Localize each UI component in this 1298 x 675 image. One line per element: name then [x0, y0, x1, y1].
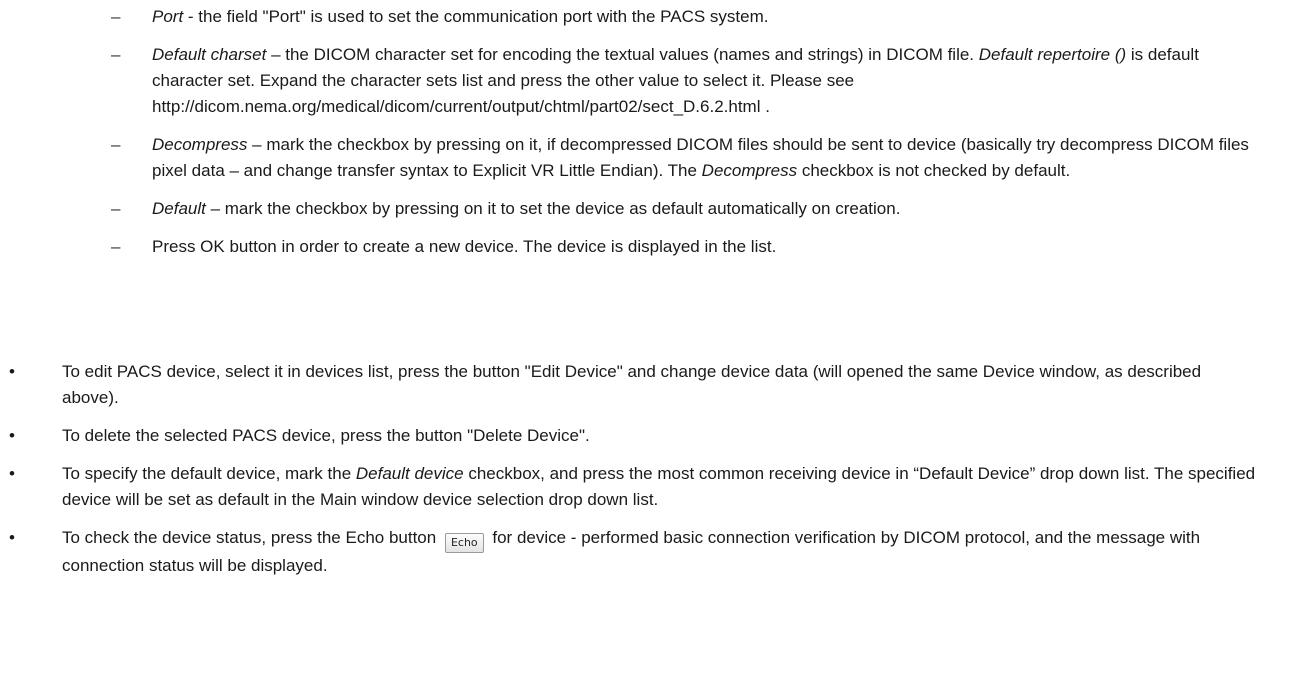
list-item-decompress: – Decompress – mark the checkbox by pres…	[0, 132, 1298, 184]
dash-bullet: –	[111, 135, 121, 154]
list-item-port: – Port - the field "Port" is used to set…	[0, 4, 1298, 30]
item-text: – mark the checkbox by pressing on it to…	[205, 199, 901, 218]
item-text: To specify the default device, mark the	[62, 464, 356, 483]
item-text: - the field "Port" is used to set the co…	[183, 7, 769, 26]
list-item-default: – Default – mark the checkbox by pressin…	[0, 196, 1298, 222]
list-item-edit-device: • To edit PACS device, select it in devi…	[0, 359, 1298, 411]
term-port: Port	[152, 7, 184, 26]
term-default: Default	[152, 199, 206, 218]
list-item-delete-device: • To delete the selected PACS device, pr…	[0, 423, 1298, 449]
term-default-device: Default device	[355, 464, 464, 483]
term-default-charset: Default charset	[152, 45, 267, 64]
term-decompress: Decompress	[152, 135, 248, 154]
list-item-default-charset: – Default charset – the DICOM character …	[0, 42, 1298, 120]
item-text: To edit PACS device, select it in device…	[62, 362, 1202, 407]
bullet: •	[9, 426, 15, 445]
term-default-repertoire: Default repertoire ()	[978, 45, 1127, 64]
dash-bullet: –	[111, 7, 121, 26]
item-text: Press OK button in order to create a new…	[152, 237, 777, 256]
list-item-press-ok: – Press OK button in order to create a n…	[0, 234, 1298, 260]
dash-bullet: –	[111, 199, 121, 218]
list-item-echo: • To check the device status, press the …	[0, 525, 1298, 579]
device-fields-list: – Port - the field "Port" is used to set…	[0, 4, 1298, 272]
dash-bullet: –	[111, 237, 121, 256]
bullet: •	[9, 528, 15, 547]
item-text: To delete the selected PACS device, pres…	[62, 426, 590, 445]
device-actions-list: • To edit PACS device, select it in devi…	[0, 359, 1298, 591]
echo-button[interactable]: Echo	[444, 533, 484, 553]
item-text-continued: checkbox is not checked by default.	[797, 161, 1071, 180]
dash-bullet: –	[111, 45, 121, 64]
bullet: •	[9, 362, 15, 381]
bullet: •	[9, 464, 15, 483]
term-decompress-inline: Decompress	[701, 161, 798, 180]
item-text: – the DICOM character set for encoding t…	[266, 45, 979, 64]
item-text: To check the device status, press the Ec…	[62, 528, 441, 547]
list-item-default-device: • To specify the default device, mark th…	[0, 461, 1298, 513]
item-text: – mark the checkbox by pressing on it, i…	[152, 135, 1249, 180]
document-page: – Port - the field "Port" is used to set…	[0, 0, 1298, 675]
